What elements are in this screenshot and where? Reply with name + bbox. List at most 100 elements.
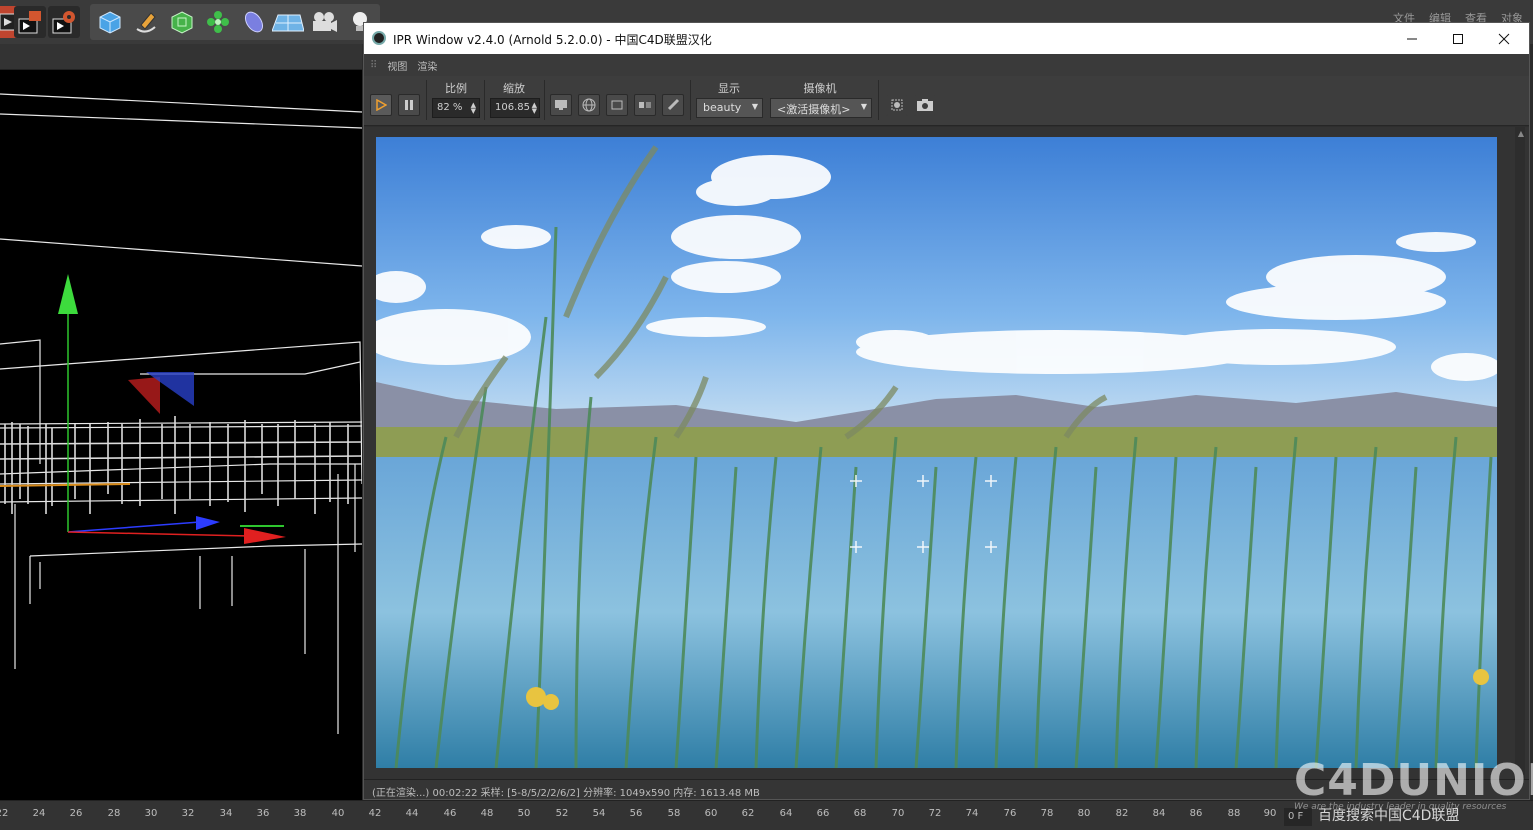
timeline-tick: 88 <box>1227 808 1241 819</box>
play-button[interactable] <box>370 94 392 116</box>
ipr-menubar: ⠿ 视图 渲染 <box>364 54 1529 76</box>
display-dropdown[interactable]: beauty ▼ <box>696 98 763 118</box>
timeline-tick: 44 <box>405 808 419 819</box>
timeline-tick: 56 <box>629 808 643 819</box>
timeline-tick: 78 <box>1040 808 1054 819</box>
maximize-icon <box>1453 33 1463 44</box>
timeline-tick: 48 <box>480 808 494 819</box>
ipr-titlebar[interactable]: IPR Window v2.4.0 (Arnold 5.2.0.0) - 中国C… <box>364 23 1529 54</box>
camera-label: 摄像机 <box>803 82 837 95</box>
minimize-button[interactable] <box>1389 23 1435 54</box>
monitor-icon <box>555 100 567 110</box>
watermark-logo: C4DUNION <box>1294 755 1533 806</box>
wireframe-scene <box>0 93 362 734</box>
timeline-tick: 32 <box>181 808 195 819</box>
scale-label: 比例 <box>445 82 467 95</box>
timeline-tick: 64 <box>779 808 793 819</box>
cinema4d-logo-icon <box>372 31 386 45</box>
brush-icon <box>667 98 680 111</box>
timeline-tick: 58 <box>667 808 681 819</box>
timeline-tick: 30 <box>144 808 158 819</box>
timeline-tick: 86 <box>1189 808 1203 819</box>
separator <box>544 80 545 120</box>
ipr-toolbar: 比例 82 % ▲ ▼ 缩放 106.85 ▲ ▼ 显示 beauty ▼ 摄像机 <box>364 76 1529 126</box>
pause-button[interactable] <box>398 94 420 116</box>
globe-button[interactable] <box>578 94 600 116</box>
timeline-tick: 76 <box>1003 808 1017 819</box>
cloner-icon[interactable] <box>202 6 234 38</box>
timeline-tick: 52 <box>555 808 569 819</box>
globe-icon <box>582 98 596 112</box>
minimize-icon <box>1407 38 1417 39</box>
menu-view[interactable]: 视图 <box>387 58 407 73</box>
close-icon <box>1498 33 1510 44</box>
timeline-tick: 50 <box>517 808 531 819</box>
maximize-button[interactable] <box>1435 23 1481 54</box>
watermark: C4DUNION We are the industry leader in q… <box>1294 755 1533 812</box>
monitor-button[interactable] <box>550 94 572 116</box>
pen-icon[interactable] <box>130 6 162 38</box>
close-button[interactable] <box>1481 23 1527 54</box>
timeline-tick: 22 <box>0 808 9 819</box>
chevron-down-icon: ▼ <box>751 102 758 111</box>
separator <box>690 80 691 120</box>
spinner-arrows-icon: ▲ ▼ <box>531 101 537 115</box>
viewport-3d[interactable] <box>0 44 362 800</box>
menu-render[interactable]: 渲染 <box>417 58 437 73</box>
crop-icon <box>891 99 903 111</box>
ipr-window: IPR Window v2.4.0 (Arnold 5.2.0.0) - 中国C… <box>363 22 1530 800</box>
timeline-tick: 60 <box>704 808 718 819</box>
camera-value: <激活摄像机> <box>777 103 851 116</box>
zoom-label: 缩放 <box>503 82 525 95</box>
play-icon <box>376 99 387 111</box>
brush-button[interactable] <box>662 94 684 116</box>
render-picture-icon[interactable] <box>14 6 46 38</box>
timeline-tick: 62 <box>741 808 755 819</box>
timeline-tick: 54 <box>592 808 606 819</box>
timeline-tick: 84 <box>1152 808 1166 819</box>
separator <box>426 80 427 120</box>
separator <box>878 80 879 120</box>
timeline-tick: 82 <box>1115 808 1129 819</box>
scroll-up-icon[interactable]: ▲ <box>1518 129 1524 138</box>
timeline-tick: 38 <box>293 808 307 819</box>
timeline-tick: 40 <box>331 808 345 819</box>
timeline-tick: 24 <box>32 808 46 819</box>
spinner-arrows-icon: ▲ ▼ <box>470 101 476 115</box>
compare-button[interactable] <box>634 94 656 116</box>
render-settings-icon[interactable] <box>48 6 80 38</box>
cube-icon[interactable] <box>94 6 126 38</box>
timeline-tick: 72 <box>928 808 942 819</box>
timeline-tick: 46 <box>443 808 457 819</box>
region-button[interactable] <box>606 94 628 116</box>
snapshot-camera-icon <box>917 99 933 111</box>
timeline-tick: 26 <box>69 808 83 819</box>
separator <box>484 80 485 120</box>
snapshot-button[interactable] <box>914 94 936 116</box>
render-area[interactable]: ▲ <box>364 127 1529 779</box>
vertical-scrollbar[interactable] <box>1515 127 1525 779</box>
timeline-tick: 90 <box>1263 808 1277 819</box>
subdivision-icon[interactable] <box>166 6 198 38</box>
floor-icon[interactable] <box>272 6 304 38</box>
compare-icon <box>639 102 651 108</box>
region-icon <box>611 100 623 110</box>
chevron-down-icon: ▼ <box>860 102 867 111</box>
watermark-search-text: 百度搜索中国C4D联盟 <box>1318 808 1460 824</box>
scale-spinner[interactable]: 82 % ▲ ▼ <box>432 98 480 118</box>
crop-button[interactable] <box>886 94 908 116</box>
zoom-spinner[interactable]: 106.85 ▲ ▼ <box>490 98 540 118</box>
render-output-image <box>376 137 1497 768</box>
timeline-tick: 80 <box>1077 808 1091 819</box>
timeline-tick: 42 <box>368 808 382 819</box>
zoom-value: 106.85 <box>495 102 530 113</box>
timeline-tick: 66 <box>816 808 830 819</box>
deformer-icon[interactable] <box>238 6 270 38</box>
timeline-tick: 36 <box>256 808 270 819</box>
camera-icon[interactable] <box>308 6 340 38</box>
display-label: 显示 <box>718 82 740 95</box>
timeline-tick: 68 <box>853 808 867 819</box>
timeline-tick: 74 <box>965 808 979 819</box>
camera-dropdown[interactable]: <激活摄像机> ▼ <box>770 98 872 118</box>
scale-value: 82 % <box>437 102 463 113</box>
